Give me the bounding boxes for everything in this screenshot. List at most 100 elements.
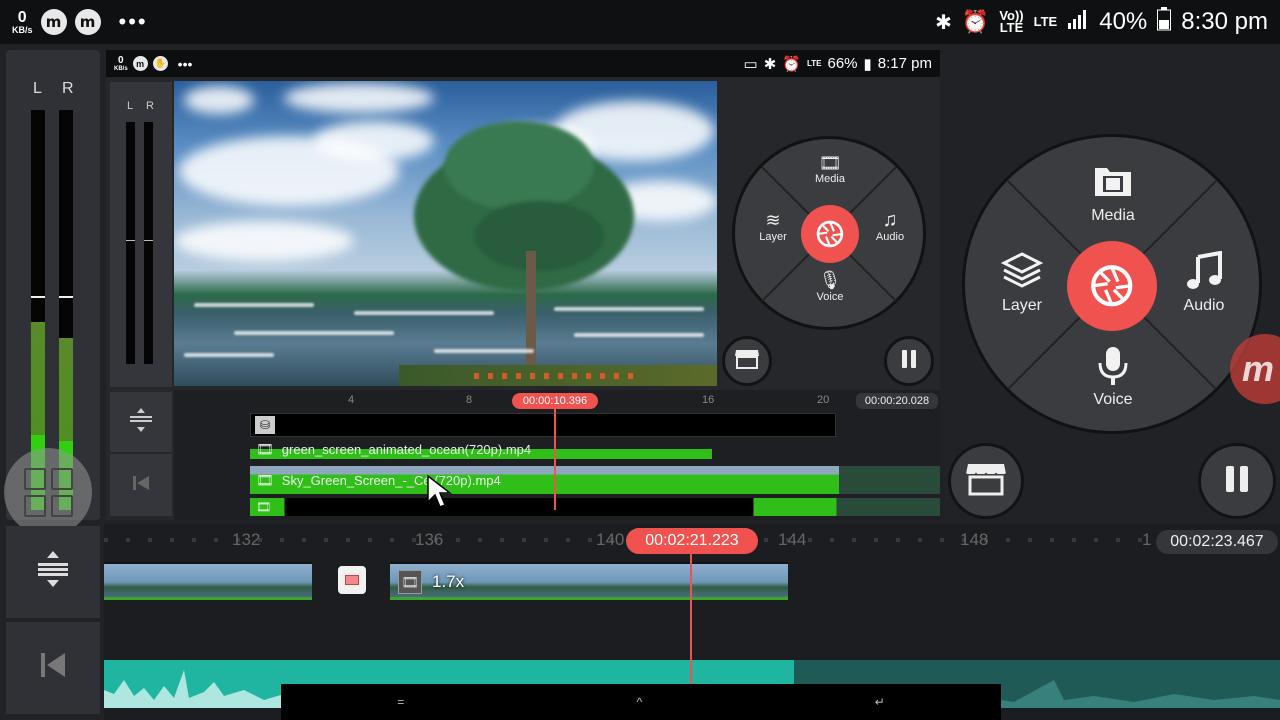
- cast-icon: ▭: [743, 55, 758, 73]
- inner-playhead-time: 00:00:10.396: [512, 393, 598, 409]
- camera-shutter-icon: [1091, 265, 1133, 307]
- hand-icon: ✋: [152, 56, 168, 71]
- transition-button[interactable]: [338, 566, 366, 594]
- left-channel-label: L: [127, 100, 134, 112]
- right-channel-label: R: [146, 100, 154, 112]
- battery-percent: 40%: [1099, 8, 1148, 35]
- music-note-icon: [1169, 251, 1239, 291]
- bluetooth-icon: ✱: [935, 11, 952, 34]
- track-label: green_screen_animated_ocean(720p).mp4: [281, 441, 532, 457]
- recorded-screen: 0 KB/s m ✋ ••• ▭ ✱ ⏰ LTE 66% ▮ 8:17 pm L …: [106, 50, 940, 520]
- store-icon: [734, 348, 760, 375]
- inner-expand-button[interactable]: [110, 392, 172, 452]
- ruler-tick-label: 136: [415, 530, 444, 549]
- film-icon: 🎞: [398, 570, 422, 594]
- layer-track[interactable]: ⛁: [250, 413, 836, 437]
- ruler-tick-label: 148: [960, 530, 989, 549]
- mouse-cursor-icon: [427, 474, 453, 508]
- app-screen: 0 KB/s m m ••• ✱ ⏰ Vo)) LTE LTE 40% 8:30 p…: [0, 0, 1280, 720]
- expand-vertical-icon: [36, 549, 70, 596]
- lte-indicator: LTE: [1033, 14, 1058, 29]
- pause-icon: [1223, 464, 1251, 499]
- record-menu: Media Layer Audio Voice: [962, 134, 1262, 434]
- status-bar: 0 KB/s m m ••• ✱ ⏰ Vo)) LTE LTE 40% 8:30 p…: [0, 0, 1280, 44]
- video-track-sky[interactable]: 🎞 Sky_Green_Screen_-_Cé (720p).mp4: [250, 466, 940, 494]
- total-time: 00:02:23.467: [1156, 530, 1278, 554]
- store-icon: [965, 461, 1007, 502]
- video-clip[interactable]: [104, 562, 312, 600]
- signal-icon: [1067, 8, 1089, 36]
- ruler-tick-label: 140: [596, 530, 625, 549]
- expand-vertical-icon: [129, 407, 153, 438]
- inner-audio-meter: L R: [110, 82, 172, 387]
- film-icon: 🎞: [256, 440, 274, 457]
- expand-timeline-button[interactable]: [6, 526, 100, 618]
- inner-layer-button[interactable]: ≋ Layer: [751, 209, 795, 243]
- right-channel-bar: [144, 122, 153, 364]
- lte-indicator: LTE: [806, 58, 822, 68]
- asset-store-button[interactable]: [948, 443, 1024, 519]
- ruler-tick-label: 132: [232, 530, 261, 549]
- recents-button[interactable]: =: [397, 695, 404, 709]
- alarm-icon: ⏰: [782, 55, 801, 73]
- microphone-icon: 🎙: [818, 270, 842, 290]
- video-track-3[interactable]: 🎞: [250, 498, 940, 516]
- layer-button[interactable]: Layer: [987, 251, 1057, 315]
- film-icon: 🎞: [256, 471, 274, 488]
- camera-shutter-icon: [816, 220, 844, 248]
- video-clip-speed[interactable]: 🎞 1.7x: [390, 562, 788, 600]
- layer-icon: [987, 251, 1057, 291]
- record-button[interactable]: [1067, 241, 1157, 331]
- pause-button[interactable]: [1198, 443, 1276, 519]
- film-icon: 🎞: [256, 500, 272, 514]
- more-notifications-icon: •••: [118, 9, 148, 34]
- inner-total-time: 00:00:20.028: [856, 393, 938, 409]
- left-channel-bar: [126, 122, 135, 364]
- playhead-time: 00:02:21.223: [626, 528, 758, 554]
- inner-media-button[interactable]: 🎞 Media: [805, 153, 855, 185]
- skip-back-icon: [38, 650, 68, 687]
- inner-record-button[interactable]: [801, 205, 859, 263]
- inner-audio-button[interactable]: ♫ Audio: [865, 209, 915, 243]
- volte-indicator: Vo)) LTE: [999, 8, 1024, 35]
- video-preview[interactable]: [174, 81, 717, 386]
- more-notifications-icon: •••: [177, 55, 193, 72]
- track-label: Sky_Green_Screen_-_Cé (720p).mp4: [281, 472, 501, 488]
- clock: 8:17 pm: [877, 55, 932, 72]
- alarm-icon: ⏰: [961, 9, 990, 34]
- skip-to-start-button[interactable]: [6, 622, 100, 714]
- inner-skip-start-button[interactable]: [110, 454, 172, 516]
- paint-bucket-icon: ⛁: [255, 416, 275, 434]
- clock: 8:30 pm: [1181, 8, 1268, 35]
- media-icon: 🎞: [818, 153, 842, 173]
- right-channel-label: R: [62, 80, 74, 97]
- video-track-ocean[interactable]: 🎞 green_screen_animated_ocean(720p).mp4: [250, 439, 712, 459]
- home-button[interactable]: ^: [637, 695, 643, 709]
- ruler-tick-label: 16: [702, 394, 715, 406]
- back-button[interactable]: ↵: [875, 695, 885, 709]
- grid-icon: [23, 467, 73, 517]
- audio-button[interactable]: Audio: [1169, 251, 1239, 315]
- media-icon: [1075, 163, 1151, 199]
- pause-icon: [900, 349, 918, 374]
- layout-grid-button[interactable]: [4, 448, 92, 536]
- inner-record-menu: 🎞 Media ≋ Layer ♫ Audio 🎙 Voice: [732, 136, 926, 330]
- music-note-icon: ♫: [882, 209, 898, 231]
- voice-button[interactable]: Voice: [1075, 345, 1151, 409]
- ruler-tick-label: 144: [778, 530, 807, 549]
- bluetooth-icon: ✱: [763, 55, 777, 73]
- ruler-tick-label: 4: [348, 394, 355, 406]
- inner-status-bar: 0 KB/s m ✋ ••• ▭ ✱ ⏰ LTE 66% ▮ 8:17 pm: [106, 50, 940, 77]
- ruler-tick-label: 8: [466, 394, 473, 406]
- microphone-icon: [1075, 345, 1151, 387]
- battery-percent: 66%: [827, 55, 858, 72]
- net-speed: 0 KB/s: [12, 8, 33, 35]
- inner-playhead[interactable]: [554, 408, 556, 510]
- inner-pause-button[interactable]: [884, 336, 934, 386]
- inner-asset-store-button[interactable]: [722, 336, 772, 386]
- left-channel-label: L: [33, 80, 42, 97]
- media-button[interactable]: Media: [1075, 163, 1151, 225]
- inner-timeline[interactable]: 4 8 12 16 20 00:00:10.396 00:00:20.028 ⛁…: [174, 390, 940, 520]
- navigation-bar: = ^ ↵: [281, 684, 1001, 720]
- inner-voice-button[interactable]: 🎙 Voice: [805, 269, 855, 303]
